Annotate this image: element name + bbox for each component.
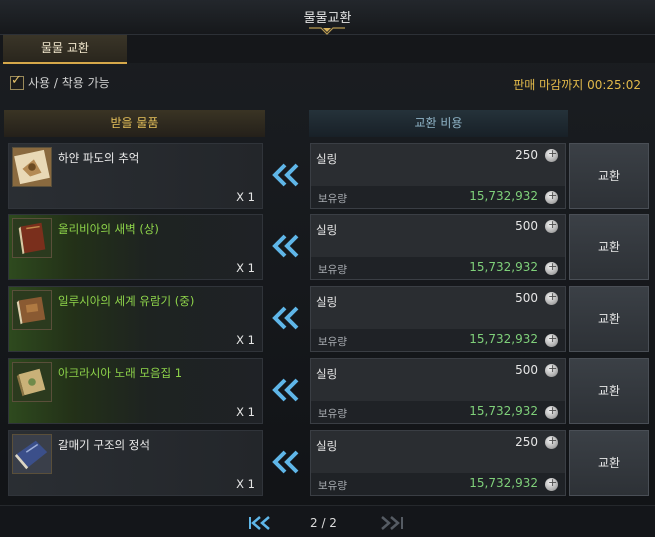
owned-label: 보유량 [318,264,347,276]
item-name: 올리비아의 새벽 (상) [58,222,159,236]
last-page-icon[interactable] [378,516,406,530]
exchange-row: 일루시아의 세계 유람기 (중) X 1 실링 500 보유량 15,732,9… [0,286,655,352]
silver-coin-icon [545,362,558,377]
cost-panel: 실링 500 보유량 15,732,932 [310,358,566,424]
page-indicator: 2 / 2 [310,516,337,530]
silver-coin-icon [545,290,558,305]
price-value: 500 [515,291,538,305]
silver-coin-icon [545,476,558,491]
item-quantity: X 1 [236,405,255,419]
price-value: 500 [515,219,538,233]
receive-items-header: 받을 물품 [4,110,265,137]
pagination: 2 / 2 [0,505,655,537]
owned-amount: 15,732,932 [469,476,538,490]
price-value: 500 [515,363,538,377]
cost-panel: 실링 250 보유량 15,732,932 [310,143,566,209]
item-quantity: X 1 [236,333,255,347]
exchange-row: 하얀 파도의 추억 X 1 실링 250 보유량 15,732,932 교환 [0,143,655,209]
usable-checkbox[interactable] [10,73,24,90]
red-book-icon [12,218,52,258]
item-slot[interactable]: 아크라시아 노래 모음집 1 X 1 [8,358,263,424]
silver-coin-icon [545,332,558,347]
cost-price-area: 실링 250 [311,144,565,186]
item-name: 갈매기 구조의 정석 [58,438,150,452]
item-slot[interactable]: 하얀 파도의 추억 X 1 [8,143,263,209]
price-value: 250 [515,148,538,162]
item-quantity: X 1 [236,261,255,275]
exchange-cost-header: 교환 비용 [309,110,568,137]
cost-panel: 실링 250 보유량 15,732,932 [310,430,566,496]
item-slot[interactable]: 일루시아의 세계 유람기 (중) X 1 [8,286,263,352]
exchange-button[interactable]: 교환 [569,143,649,209]
exchange-row: 아크라시아 노래 모음집 1 X 1 실링 500 보유량 15,732,932… [0,358,655,424]
usable-filter[interactable]: 사용 / 착용 가능 [10,73,110,91]
item-quantity: X 1 [236,477,255,491]
item-name: 하얀 파도의 추억 [58,151,140,165]
exchange-button[interactable]: 교환 [569,358,649,424]
currency-name: 실링 [316,367,338,381]
silver-coin-icon [545,434,558,449]
owned-area: 보유량 15,732,932 [311,473,565,495]
silver-coin-icon [545,404,558,419]
price-value: 250 [515,435,538,449]
owned-label: 보유량 [318,193,347,205]
owned-label: 보유량 [318,480,347,492]
title-bar[interactable]: 물물교환 [0,0,655,35]
owned-amount: 15,732,932 [469,404,538,418]
blue-book-icon [12,434,52,474]
exchange-button[interactable]: 교환 [569,214,649,280]
owned-label: 보유량 [318,408,347,420]
cost-price-area: 실링 500 [311,287,565,329]
cost-panel: 실링 500 보유량 15,732,932 [310,214,566,280]
double-left-arrow-icon [272,163,299,187]
tab-barter[interactable]: 물물 교환 [3,35,127,64]
double-left-arrow-icon [272,450,299,474]
double-left-arrow-icon [272,306,299,330]
cost-price-area: 실링 250 [311,431,565,473]
currency-name: 실링 [316,439,338,453]
owned-area: 보유량 15,732,932 [311,257,565,279]
silver-coin-icon [545,189,558,204]
white-wave-book-icon [12,147,52,187]
brown-book-icon [12,290,52,330]
usable-filter-label: 사용 / 착용 가능 [28,76,110,90]
cost-price-area: 실링 500 [311,215,565,257]
currency-name: 실링 [316,223,338,237]
barter-window: 물물교환 물물 교환 사용 / 착용 가능 판매 마감까지 00:25:02 받… [0,0,655,537]
sale-deadline: 판매 마감까지 00:25:02 [513,78,641,92]
item-name: 일루시아의 세계 유람기 (중) [58,294,195,308]
owned-area: 보유량 15,732,932 [311,401,565,423]
first-page-icon[interactable] [247,516,275,530]
item-slot[interactable]: 올리비아의 새벽 (상) X 1 [8,214,263,280]
owned-area: 보유량 15,732,932 [311,329,565,351]
silver-coin-icon [545,147,558,162]
owned-area: 보유량 15,732,932 [311,186,565,208]
silver-coin-icon [545,218,558,233]
exchange-button[interactable]: 교환 [569,430,649,496]
owned-amount: 15,732,932 [469,189,538,203]
exchange-row: 올리비아의 새벽 (상) X 1 실링 500 보유량 15,732,932 교… [0,214,655,280]
item-name: 아크라시아 노래 모음집 1 [58,366,183,380]
double-left-arrow-icon [272,378,299,402]
owned-label: 보유량 [318,336,347,348]
item-quantity: X 1 [236,190,255,204]
cost-price-area: 실링 500 [311,359,565,401]
cost-panel: 실링 500 보유량 15,732,932 [310,286,566,352]
exchange-row: 갈매기 구조의 정석 X 1 실링 250 보유량 15,732,932 교환 [0,430,655,496]
currency-name: 실링 [316,295,338,309]
exchange-button[interactable]: 교환 [569,286,649,352]
double-left-arrow-icon [272,234,299,258]
owned-amount: 15,732,932 [469,332,538,346]
silver-coin-icon [545,260,558,275]
owned-amount: 15,732,932 [469,260,538,274]
song-book-icon [12,362,52,402]
currency-name: 실링 [316,152,338,166]
item-slot[interactable]: 갈매기 구조의 정석 X 1 [8,430,263,496]
